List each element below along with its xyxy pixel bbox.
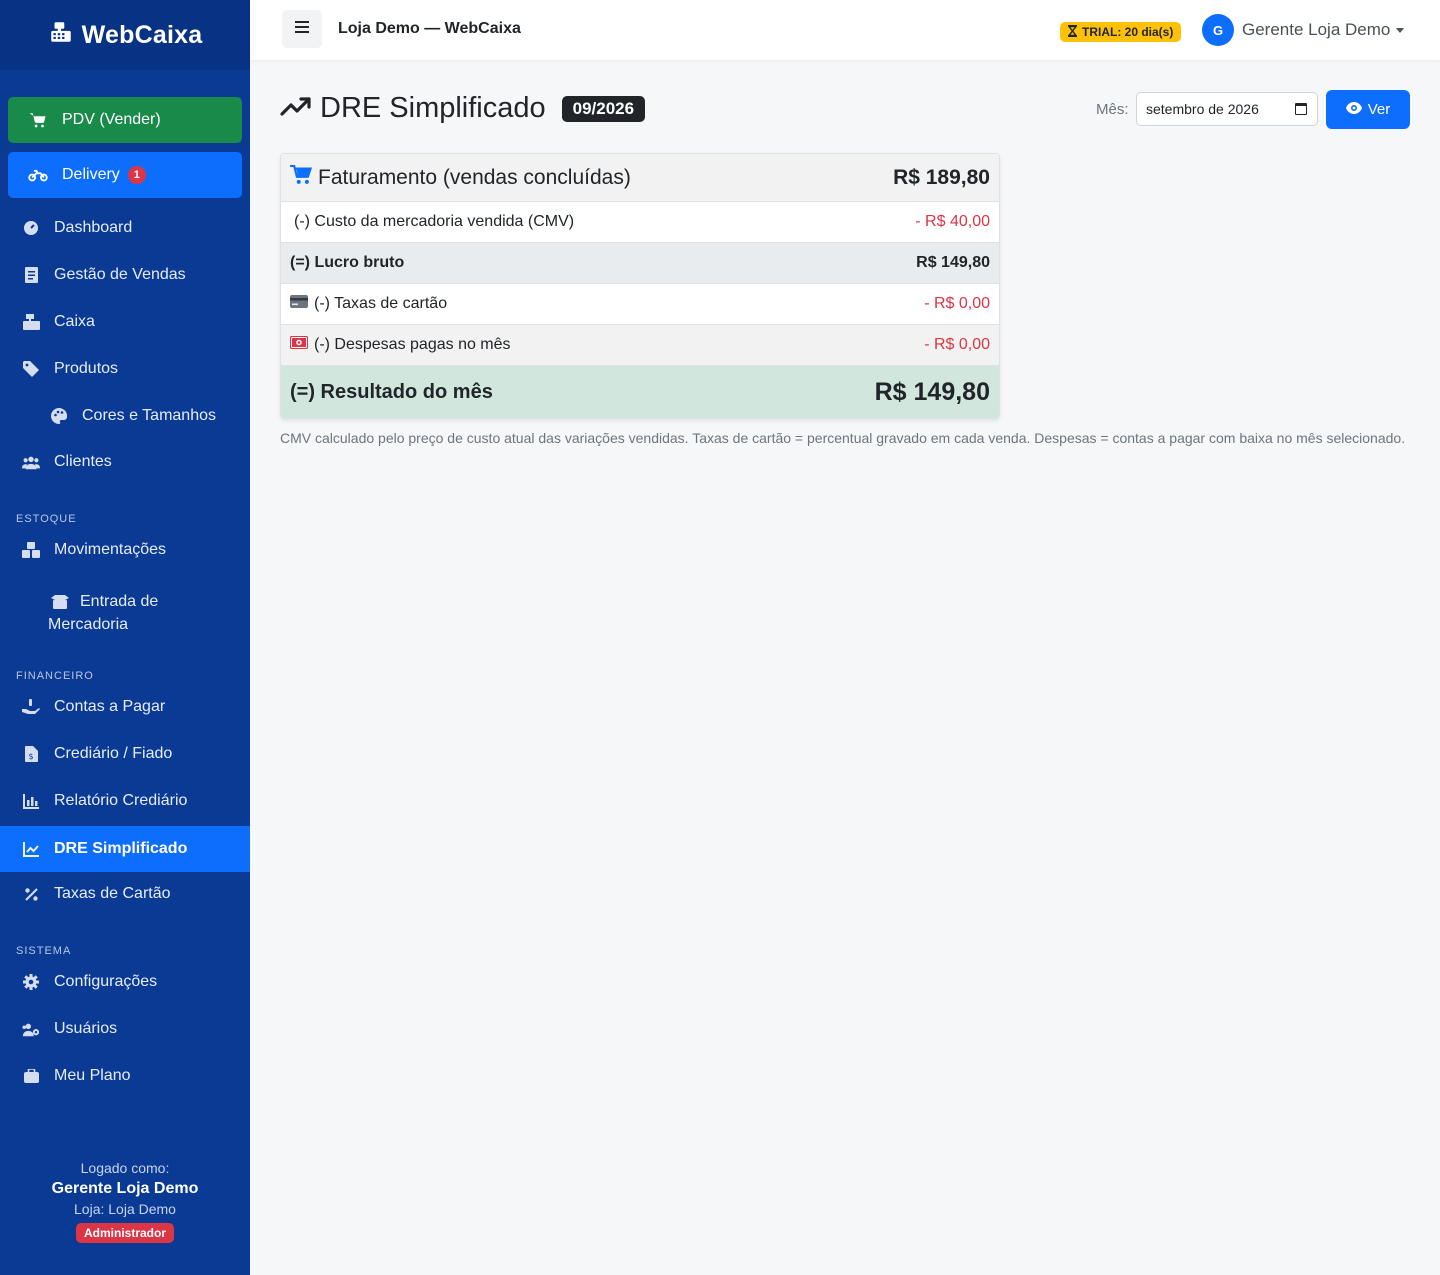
credit-card-icon — [290, 295, 308, 313]
sidebar-item-entrada[interactable]: Entrada de Mercadoria — [0, 582, 250, 642]
motorcycle-icon — [28, 165, 48, 185]
users-gear-icon — [22, 1020, 40, 1038]
sidebar-item-cores[interactable]: Cores e Tamanhos — [0, 393, 250, 439]
logged-user-name: Gerente Loja Demo — [51, 1180, 199, 1197]
despesas-value: - R$ 0,00 — [924, 336, 990, 353]
caret-down-icon — [1396, 27, 1405, 33]
page-header: DRE Simplificado 09/2026 — [280, 92, 646, 125]
page-title: DRE Simplificado — [320, 92, 546, 124]
footnote: CMV calculado pelo preço de custo atual … — [280, 430, 1406, 446]
despesas-label: (-) Despesas pagas no mês — [314, 336, 511, 353]
calendar-icon[interactable] — [1295, 103, 1307, 115]
svg-text:$: $ — [28, 752, 33, 761]
taxas-value: - R$ 0,00 — [924, 295, 990, 312]
resultado-label: (=) Resultado do mês — [290, 380, 493, 403]
delivery-count-badge: 1 — [127, 166, 146, 184]
gauge-icon — [22, 219, 40, 237]
faturamento-value: R$ 189,80 — [893, 165, 990, 189]
boxes-icon — [22, 541, 40, 559]
resultado-row: (=) Resultado do mês R$ 149,80 — [281, 366, 999, 418]
cart-icon — [28, 110, 48, 130]
lucro-value: R$ 149,80 — [916, 254, 990, 271]
cart-icon — [290, 164, 313, 191]
lucro-label: (=) Lucro bruto — [290, 254, 405, 271]
file-invoice-dollar-icon: $ — [22, 745, 40, 763]
month-input[interactable]: setembro de 2026 — [1136, 92, 1318, 126]
delivery-button[interactable]: Delivery 1 — [8, 152, 242, 198]
sidebar-item-caixa[interactable]: Caixa — [0, 299, 250, 345]
briefcase-icon — [22, 1067, 40, 1085]
gear-icon — [22, 973, 40, 991]
sidebar-item-dre[interactable]: DRE Simplificado — [0, 826, 250, 872]
sidebar-item-movimentacoes[interactable]: Movimentações — [0, 527, 250, 573]
avatar[interactable]: G — [1202, 14, 1234, 46]
sidebar-item-crediario[interactable]: $ Crediário / Fiado — [0, 731, 250, 777]
logged-as-label: Logado como: — [80, 1160, 170, 1176]
taxas-row: (-) Taxas de cartão - R$ 0,00 — [281, 284, 999, 325]
period-badge: 09/2026 — [561, 95, 646, 122]
hamburger-icon — [295, 20, 309, 38]
trial-badge: TRIAL: 20 dia(s) — [1060, 22, 1182, 42]
cmv-label: (-) Custo da mercadoria vendida (CMV) — [294, 213, 575, 230]
sidebar-item-produtos[interactable]: Produtos — [0, 346, 250, 392]
section-financeiro: FINANCEIRO — [16, 670, 94, 682]
faturamento-label: Faturamento (vendas concluídas) — [318, 165, 631, 189]
sidebar-item-usuarios[interactable]: Usuários — [0, 1006, 250, 1052]
tag-icon — [22, 360, 40, 378]
sidebar-item-plano[interactable]: Meu Plano — [0, 1053, 250, 1099]
pdv-button[interactable]: PDV (Vender) — [8, 97, 242, 143]
hand-holding-dollar-icon — [22, 698, 40, 716]
lucro-row: (=) Lucro bruto R$ 149,80 — [281, 243, 999, 284]
section-estoque: ESTOQUE — [16, 513, 77, 525]
money-bill-icon — [290, 336, 308, 354]
user-menu-dropdown[interactable]: Gerente Loja Demo — [1242, 20, 1405, 40]
receipt-icon — [22, 266, 40, 284]
role-badge: Administrador — [75, 1223, 174, 1243]
faturamento-row: Faturamento (vendas concluídas) R$ 189,8… — [281, 154, 999, 202]
box-open-icon — [50, 593, 70, 611]
eye-icon — [1345, 101, 1362, 118]
sidebar-item-config[interactable]: Configurações — [0, 959, 250, 1005]
cash-register-icon — [48, 19, 74, 52]
store-title: Loja Demo — WebCaixa — [338, 20, 521, 37]
dre-card: Faturamento (vendas concluídas) R$ 189,8… — [280, 153, 1000, 419]
brand[interactable]: WebCaixa — [0, 0, 250, 70]
resultado-value: R$ 149,80 — [874, 377, 990, 406]
sidebar-item-taxas[interactable]: Taxas de Cartão — [0, 871, 250, 917]
chart-bar-icon — [22, 792, 40, 810]
cmv-value: - R$ 40,00 — [915, 213, 990, 230]
topbar: Loja Demo — WebCaixa TRIAL: 20 dia(s) G … — [250, 0, 1440, 60]
chart-line-icon — [22, 840, 40, 858]
section-sistema: SISTEMA — [16, 945, 72, 957]
hourglass-icon — [1067, 24, 1078, 40]
sidebar-item-relatorio[interactable]: Relatório Crediário — [0, 778, 250, 824]
view-button[interactable]: Ver — [1326, 90, 1410, 129]
chart-line-icon — [280, 95, 312, 122]
cash-register-icon — [22, 313, 40, 331]
despesas-row: (-) Despesas pagas no mês - R$ 0,00 — [281, 325, 999, 366]
sidebar-item-contas[interactable]: Contas a Pagar — [0, 684, 250, 730]
sidebar: WebCaixa PDV (Vender) Delivery 1 Dashboa… — [0, 0, 250, 1275]
month-label: Mês: — [1096, 101, 1129, 118]
taxas-label: (-) Taxas de cartão — [314, 295, 448, 312]
brand-name: WebCaixa — [81, 20, 203, 49]
sidebar-item-vendas[interactable]: Gestão de Vendas — [0, 252, 250, 298]
cmv-row: (-) Custo da mercadoria vendida (CMV) - … — [281, 202, 999, 243]
sidebar-footer: Logado como: Gerente Loja Demo Loja: Loj… — [0, 1160, 250, 1243]
palette-icon — [50, 407, 68, 425]
store-name: Loja: Loja Demo — [74, 1201, 176, 1217]
menu-toggle-button[interactable] — [282, 10, 322, 48]
users-icon — [22, 453, 40, 471]
sidebar-item-clientes[interactable]: Clientes — [0, 439, 250, 485]
percent-icon — [22, 885, 40, 903]
sidebar-item-dashboard[interactable]: Dashboard — [0, 205, 250, 251]
